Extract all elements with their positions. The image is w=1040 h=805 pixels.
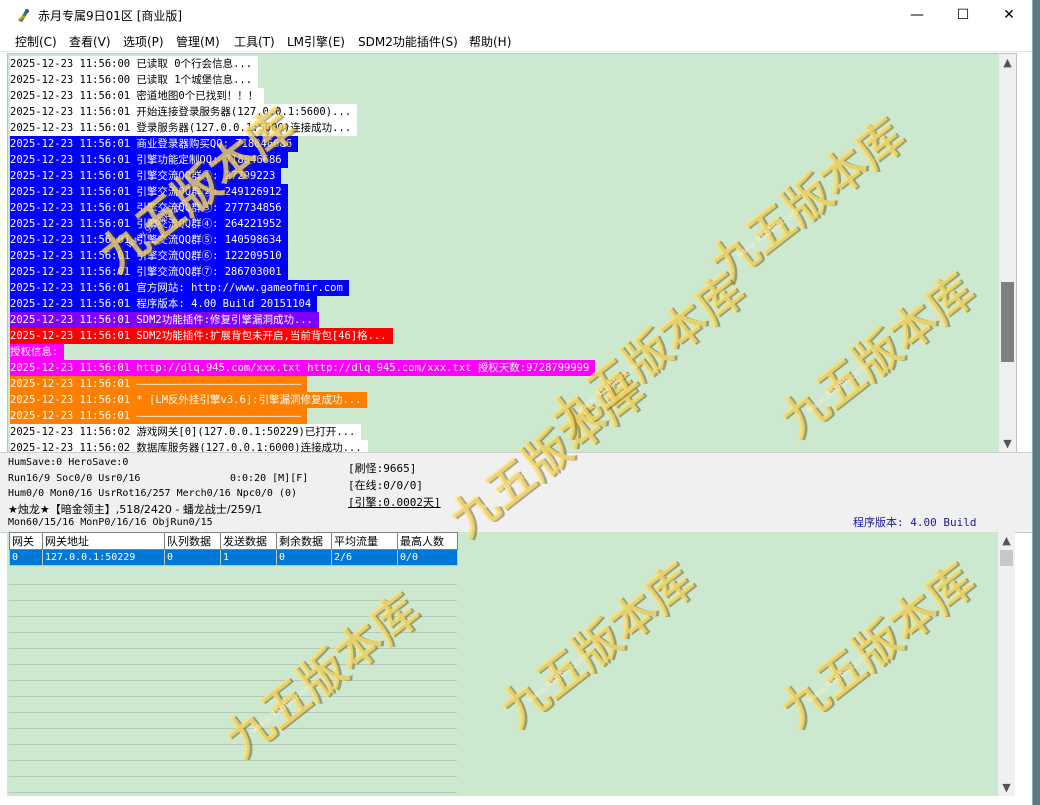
- window-title: 赤月专属9日01区 [商业版]: [38, 9, 183, 23]
- grid-scroll-thumb[interactable]: [1000, 550, 1013, 566]
- col-queue-data[interactable]: 队列数据: [164, 532, 221, 550]
- status-uptime: 0:0:20 [M][F]: [230, 473, 309, 484]
- cell-send: 1: [220, 549, 277, 566]
- log-scroll-thumb[interactable]: [1001, 282, 1014, 362]
- col-max-users[interactable]: 最高人数: [397, 532, 458, 550]
- col-gateway-address[interactable]: 网关地址: [42, 532, 165, 550]
- maximize-button[interactable]: ☐: [940, 0, 986, 31]
- log-line: 2025-12-23 11:56:01 ————————————————————…: [10, 376, 307, 392]
- log-line: 2025-12-23 11:56:01 登录服务器(127.0.0.1:5600…: [10, 120, 358, 136]
- log-line: 授权信息:: [10, 344, 65, 360]
- minimize-button[interactable]: —: [894, 0, 940, 31]
- cell-queue: 0: [164, 549, 221, 566]
- menu-help[interactable]: 帮助(H): [469, 33, 511, 50]
- status-refresh-monsters: [刷怪:9665]: [348, 462, 417, 475]
- grid-scroll-down-icon[interactable]: ▼: [998, 781, 1015, 794]
- cell-address: 127.0.0.1:50229: [42, 549, 165, 566]
- status-save: HumSave:0 HeroSave:0: [8, 457, 129, 468]
- empty-grid-row: [9, 664, 457, 681]
- empty-grid-row: [9, 760, 457, 777]
- status-player: ★烛龙★【暗金领主】,518/2420 - 蟠龙战士/259/1: [8, 503, 263, 516]
- scroll-up-icon[interactable]: ▲: [999, 56, 1016, 69]
- log-line: 2025-12-23 11:56:01 http://dlq.945.com/x…: [10, 360, 596, 376]
- empty-grid-row: [9, 776, 457, 793]
- status-run: Run16/9 Soc0/0 Usr0/16: [8, 473, 141, 484]
- menu-bar: 控制(C) 查看(V) 选项(P) 管理(M) 工具(T) LM引擎(E) SD…: [0, 31, 1032, 52]
- grid-scroll-up-icon[interactable]: ▲: [998, 534, 1015, 547]
- cell-gateway: 0: [9, 549, 43, 566]
- log-line: 2025-12-23 11:56:01 SDM2功能插件:扩展背包未开启,当前背…: [10, 328, 393, 344]
- gateway-table: 网关 网关地址 队列数据 发送数据 剩余数据 平均流量 最高人数 0 127.0…: [9, 532, 458, 566]
- menu-tools[interactable]: 工具(T): [234, 33, 275, 50]
- cell-max-users: 0/0: [397, 549, 458, 566]
- log-line: 2025-12-23 11:56:00 已读取 1个城堡信息...: [10, 72, 259, 88]
- menu-lm-engine[interactable]: LM引擎(E): [287, 33, 345, 50]
- log-line: 2025-12-23 11:56:01 引擎交流QQ群⑦: 286703001: [10, 264, 288, 280]
- log-line: 2025-12-23 11:56:01 官方网站: http://www.gam…: [10, 280, 349, 296]
- menu-options[interactable]: 选项(P): [123, 33, 164, 50]
- scroll-down-icon[interactable]: ▼: [999, 437, 1016, 450]
- main-window: 赤月专属9日01区 [商业版] — ☐ ✕ 控制(C) 查看(V) 选项(P) …: [0, 0, 1033, 805]
- log-line: 2025-12-23 11:56:01 程序版本: 4.00 Build 201…: [10, 296, 318, 312]
- status-engine: [引擎:0.0002天]: [348, 496, 441, 509]
- title-bar: 赤月专属9日01区 [商业版] — ☐ ✕: [0, 0, 1032, 31]
- close-button[interactable]: ✕: [986, 0, 1032, 31]
- col-avg-traffic[interactable]: 平均流量: [331, 532, 398, 550]
- log-line: 2025-12-23 11:56:01 SDM2功能插件:修复引擎漏洞成功...: [10, 312, 320, 328]
- empty-grid-row: [9, 680, 457, 697]
- menu-manage[interactable]: 管理(M): [176, 33, 220, 50]
- app-icon: [18, 9, 29, 22]
- status-hum: Hum0/0 Mon0/16 UsrRot16/257 Merch0/16 Np…: [8, 488, 297, 499]
- table-header: 网关 网关地址 队列数据 发送数据 剩余数据 平均流量 最高人数: [9, 532, 458, 550]
- log-line: 2025-12-23 11:56:01 开始连接登录服务器(127.0.0.1:…: [10, 104, 358, 120]
- log-line: 2025-12-23 11:56:02 游戏网关[0](127.0.0.1:50…: [10, 424, 362, 440]
- col-gateway[interactable]: 网关: [9, 532, 43, 550]
- col-send-data[interactable]: 发送数据: [220, 532, 277, 550]
- log-line: 2025-12-23 11:56:01 * [LM反外挂引擎v3.6]:引擎漏洞…: [10, 392, 368, 408]
- status-online: [在线:0/0/0]: [348, 479, 423, 492]
- menu-control[interactable]: 控制(C): [15, 33, 57, 50]
- menu-sdm2-plugin[interactable]: SDM2功能插件(S): [358, 33, 458, 50]
- table-row[interactable]: 0 127.0.0.1:50229 0 1 0 2/6 0/0: [9, 549, 458, 566]
- log-line: 2025-12-23 11:56:01 密道地图0个已找到！！！: [10, 88, 265, 104]
- menu-view[interactable]: 查看(V): [69, 33, 111, 50]
- cell-avg-traffic: 2/6: [331, 549, 398, 566]
- col-remaining-data[interactable]: 剩余数据: [276, 532, 332, 550]
- grid-scrollbar[interactable]: ▲ ▼: [998, 532, 1015, 796]
- cell-remaining: 0: [276, 549, 332, 566]
- log-line: 2025-12-23 11:56:01 ————————————————————…: [10, 408, 307, 424]
- log-scrollbar[interactable]: ▲ ▼: [999, 54, 1016, 452]
- status-mon: Mon60/15/16 MonP0/16/16 ObjRun0/15: [8, 517, 213, 528]
- log-line: 2025-12-23 11:56:00 已读取 0个行会信息...: [10, 56, 259, 72]
